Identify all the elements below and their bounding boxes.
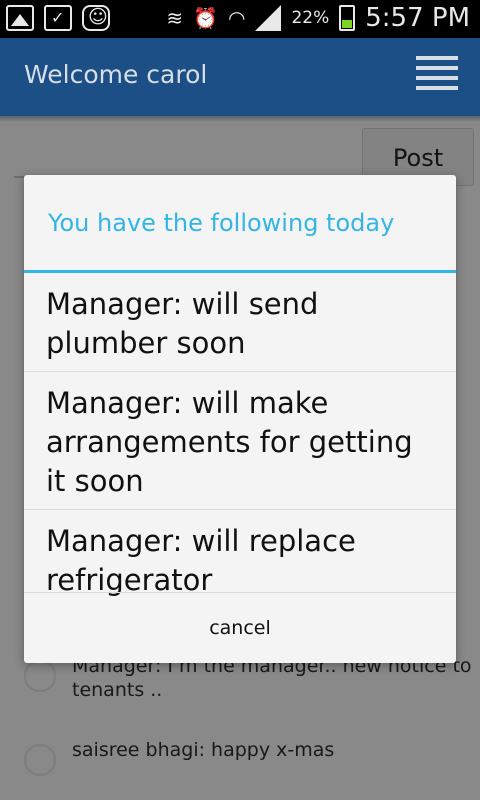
notification-icons <box>6 5 110 31</box>
gallery-icon <box>6 5 34 31</box>
hamburger-menu-icon[interactable] <box>416 56 458 90</box>
app-notification-icon <box>82 5 110 31</box>
dialog-list-item[interactable]: Manager: will send plumber soon <box>24 273 456 372</box>
signal-icon <box>255 5 282 31</box>
cancel-button[interactable]: cancel <box>24 592 456 663</box>
wifi-icon: ◠ <box>227 6 246 30</box>
mute-icon: ≋ <box>166 6 184 30</box>
alarm-icon: ⏰ <box>193 6 218 30</box>
dialog-list-item[interactable]: Manager: will make arrangements for gett… <box>24 372 456 510</box>
system-icons: ≋ ⏰ ◠ 22% 5:57 PM <box>166 3 470 33</box>
battery-percent: 22% <box>291 8 330 28</box>
dialog-title: You have the following today <box>48 209 395 237</box>
today-dialog: You have the following today Manager: wi… <box>24 175 456 663</box>
clipboard-check-icon <box>44 5 72 31</box>
dialog-list: Manager: will send plumber soon Manager:… <box>24 273 456 608</box>
clock: 5:57 PM <box>365 3 470 33</box>
battery-icon <box>339 5 356 31</box>
action-bar: Welcome carol <box>0 38 480 116</box>
page-title: Welcome carol <box>24 60 208 89</box>
status-bar: ≋ ⏰ ◠ 22% 5:57 PM <box>0 0 480 38</box>
